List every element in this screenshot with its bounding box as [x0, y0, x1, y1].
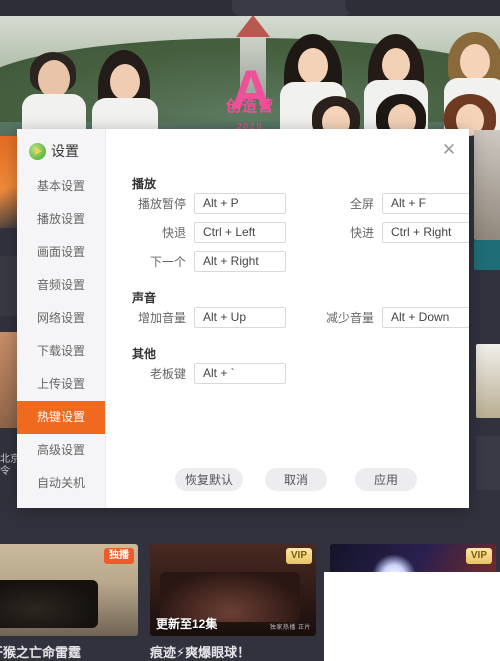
- person-head: [298, 48, 328, 84]
- sidebar-item-picture[interactable]: 画面设置: [17, 236, 105, 269]
- bg-card-right-2[interactable]: [474, 240, 500, 270]
- hotkey-input-fullscreen[interactable]: [382, 193, 469, 214]
- hotkey-row-forward: 快进: [294, 222, 469, 243]
- sidebar-item-playback[interactable]: 播放设置: [17, 203, 105, 236]
- white-overlay-panel: [324, 572, 500, 661]
- person-head: [460, 44, 490, 80]
- browser-top-bar: [0, 0, 500, 16]
- status-badge: VIP: [465, 548, 492, 564]
- status-badge: 独播: [104, 548, 134, 564]
- restore-defaults-button[interactable]: 恢复默认: [175, 468, 243, 491]
- hotkey-row-volume-down: 减少音量: [294, 307, 469, 328]
- thumbnail-meta: 独家热播 正片: [269, 625, 311, 631]
- cancel-button[interactable]: 取消: [265, 468, 327, 491]
- dialog-footer: 恢复默认 取消 应用: [106, 456, 469, 508]
- settings-content: 播放 播放暂停 全屏 快退 快进 下一个 声音 增加音量: [106, 129, 469, 508]
- person-head: [382, 48, 410, 82]
- section-sound-title-wrap: 声音: [132, 289, 156, 306]
- hotkey-input-volume-up[interactable]: [194, 307, 286, 328]
- apply-button[interactable]: 应用: [355, 468, 417, 491]
- sidebar-item-advanced[interactable]: 高级设置: [17, 434, 105, 467]
- hero-show-title: 创造营: [225, 98, 275, 116]
- hotkey-row-volume-up: 增加音量: [106, 307, 286, 328]
- hotkey-label: 快退: [161, 226, 186, 240]
- hotkey-input-rewind[interactable]: [194, 222, 286, 243]
- browser-tab[interactable]: [232, 0, 359, 16]
- sidebar-item-basic[interactable]: 基本设置: [17, 170, 105, 203]
- brand: 设置: [29, 141, 79, 161]
- sidebar-item-autoshutdown[interactable]: 自动关机: [17, 467, 105, 500]
- bg-card-right-4[interactable]: [476, 436, 500, 490]
- thumbnail-art: [0, 580, 98, 628]
- hotkey-input-forward[interactable]: [382, 222, 469, 243]
- section-title-sound: 声音: [132, 291, 157, 305]
- hotkey-input-boss-key[interactable]: [194, 363, 286, 384]
- dialog-title: 设置: [51, 143, 79, 159]
- status-badge: VIP: [285, 548, 312, 564]
- thumbnail-card[interactable]: VIP 更新至12集 独家热播 正片: [150, 544, 316, 636]
- sidebar-item-download[interactable]: 下载设置: [17, 335, 105, 368]
- person-head: [38, 60, 70, 98]
- thumbnail-row: 独播 开猴之亡命雷霆 VIP 更新至12集 独家热播 正片 痕迹⚡爽爆眼球！ V…: [0, 530, 500, 661]
- hotkey-row-fullscreen: 全屏: [294, 193, 469, 214]
- sidebar-item-network[interactable]: 网络设置: [17, 302, 105, 335]
- thumbnail-title[interactable]: 痕迹⚡爽爆眼球！: [150, 642, 250, 661]
- hotkey-row-boss-key: 老板键: [106, 363, 286, 384]
- hotkey-row-rewind: 快退: [106, 222, 286, 243]
- hotkey-input-volume-down[interactable]: [382, 307, 469, 328]
- section-other-title-wrap: 其他: [132, 345, 156, 362]
- hotkey-label: 下一个: [149, 255, 186, 269]
- play-logo-icon: [29, 142, 46, 160]
- settings-sidebar: 设置 基本设置 播放设置 画面设置 音频设置 网络设置 下载设置 上传设置 热键…: [17, 129, 106, 508]
- hotkey-row-next: 下一个: [106, 251, 286, 272]
- section-title-other: 其他: [132, 347, 157, 361]
- hotkey-input-play-pause[interactable]: [194, 193, 286, 214]
- section-title-playback: 播放: [132, 177, 157, 191]
- hotkey-label: 增加音量: [137, 311, 186, 325]
- episode-label: 更新至12集: [156, 617, 218, 631]
- sidebar-item-upload[interactable]: 上传设置: [17, 368, 105, 401]
- hotkey-row-play-pause: 播放暂停: [106, 193, 286, 214]
- sidebar-item-audio[interactable]: 音频设置: [17, 269, 105, 302]
- hotkey-label: 全屏: [349, 197, 374, 211]
- thumbnail-card[interactable]: 独播: [0, 544, 138, 636]
- section-playback-title-wrap: 播放: [132, 175, 156, 192]
- hero-banner[interactable]: A 创造营 2020: [0, 16, 500, 136]
- hotkey-label: 快进: [349, 226, 374, 240]
- thumbnail-title[interactable]: 开猴之亡命雷霆: [0, 642, 81, 661]
- settings-dialog: 设置 基本设置 播放设置 画面设置 音频设置 网络设置 下载设置 上传设置 热键…: [17, 129, 469, 508]
- settings-nav: 基本设置 播放设置 画面设置 音频设置 网络设置 下载设置 上传设置 热键设置 …: [17, 170, 105, 500]
- bg-card-right-1[interactable]: [474, 130, 500, 240]
- hotkey-label: 播放暂停: [137, 197, 186, 211]
- person-head: [110, 64, 140, 100]
- hotkey-label: 减少音量: [325, 311, 374, 325]
- hotkey-label: 老板键: [149, 367, 186, 381]
- bg-card-right-3[interactable]: [476, 344, 500, 418]
- hotkey-input-next[interactable]: [194, 251, 286, 272]
- sidebar-item-hotkeys[interactable]: 热键设置: [17, 401, 105, 434]
